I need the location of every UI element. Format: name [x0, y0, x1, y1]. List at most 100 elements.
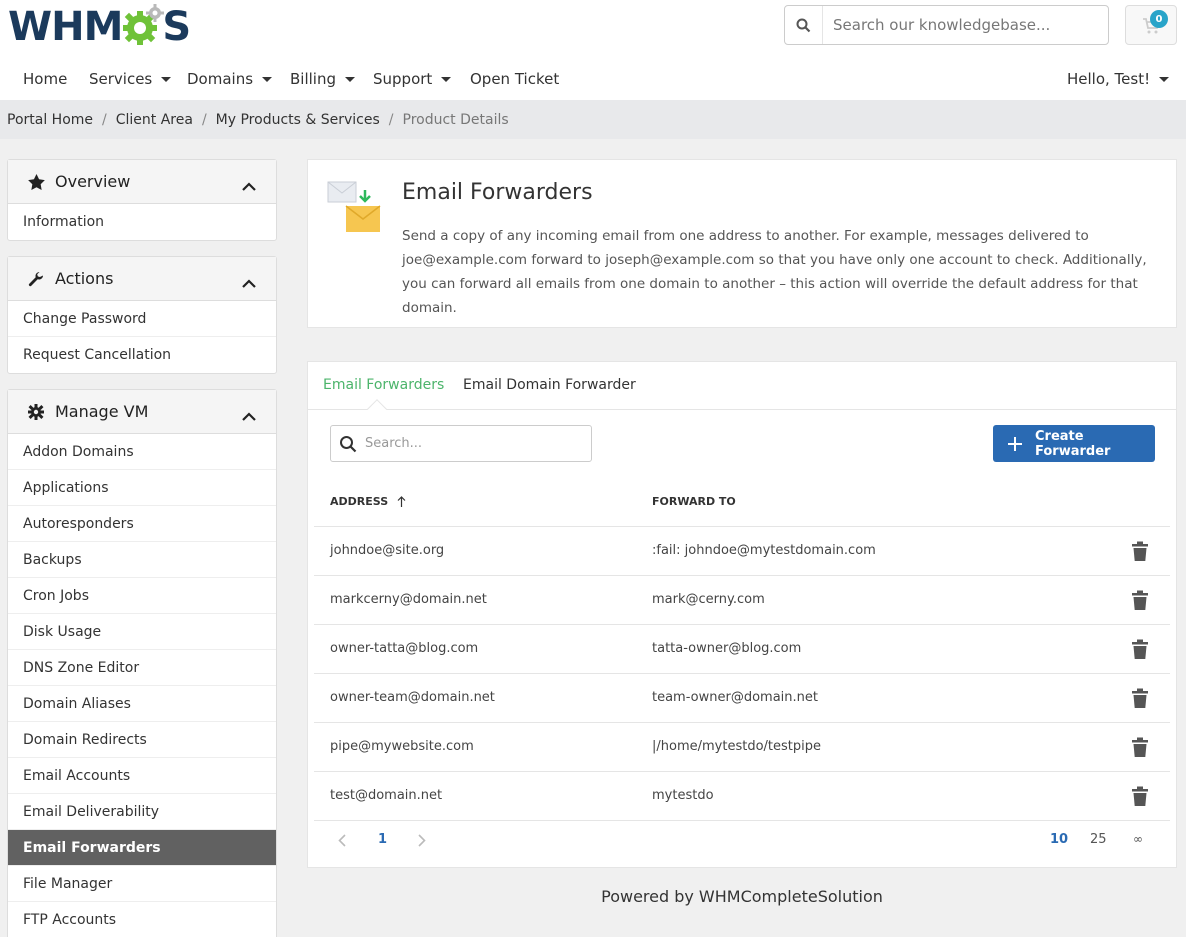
cart-count-badge: 0	[1150, 10, 1168, 28]
create-forwarder-label: Create Forwarder	[1035, 428, 1111, 459]
sidebar-item-applications[interactable]: Applications	[8, 470, 276, 506]
sidebar-item-file-manager[interactable]: File Manager	[8, 866, 276, 902]
plus-icon	[1007, 436, 1023, 452]
tab-bar: Email Forwarders Email Domain Forwarder	[308, 362, 1176, 419]
chevron-down-icon	[262, 76, 273, 82]
row-forward-to: |/home/mytestdo/testpipe	[652, 739, 821, 754]
row-forward-to: team-owner@domain.net	[652, 690, 818, 705]
trash-icon[interactable]	[1132, 688, 1148, 712]
sidebar-item-email-deliverability[interactable]: Email Deliverability	[8, 794, 276, 830]
panel-header-manage-vm[interactable]: Manage VM	[8, 390, 276, 434]
trash-icon[interactable]	[1132, 541, 1148, 565]
chevron-right-icon[interactable]	[418, 834, 426, 851]
nav-domains-label: Domains	[187, 70, 254, 88]
tab-email-domain-forwarder[interactable]: Email Domain Forwarder	[463, 377, 636, 393]
column-forward-to[interactable]: FORWARD TO	[652, 495, 736, 508]
chevron-up-icon[interactable]	[242, 406, 256, 425]
column-address[interactable]: ADDRESS	[330, 495, 406, 508]
page-size-10[interactable]: 10	[1050, 832, 1068, 847]
page-title: Email Forwarders	[402, 180, 593, 205]
row-forward-to: tatta-owner@blog.com	[652, 641, 802, 656]
breadcrumb-client-area[interactable]: Client Area	[116, 112, 193, 128]
row-forward-to: :fail: johndoe@mytestdomain.com	[652, 543, 876, 558]
panel-header-actions[interactable]: Actions	[8, 257, 276, 301]
intro-panel: Email Forwarders Send a copy of any inco…	[307, 159, 1177, 328]
main-navigation: Home Services Domains Billing Support Op…	[0, 60, 1186, 100]
trash-icon[interactable]	[1132, 590, 1148, 614]
trash-icon[interactable]	[1132, 786, 1148, 810]
table-search[interactable]	[330, 425, 592, 462]
panel-header-overview[interactable]: Overview	[8, 160, 276, 204]
table-header: ADDRESS FORWARD TO	[314, 482, 1170, 527]
chevron-down-icon	[161, 76, 172, 82]
nav-user-menu[interactable]: Hello, Test!	[1067, 70, 1170, 88]
knowledgebase-search-input[interactable]	[823, 16, 1093, 34]
row-address: owner-tatta@blog.com	[330, 641, 479, 656]
pagination: 1 10 25 ∞	[308, 828, 1176, 858]
row-forward-to: mytestdo	[652, 788, 714, 803]
cart-button[interactable]: 0	[1125, 5, 1177, 45]
breadcrumb-products-services[interactable]: My Products & Services	[216, 112, 380, 128]
whmcs-logo[interactable]: WHM S	[8, 4, 191, 50]
sidebar-panel-manage-vm: Manage VM Addon Domains Applications Aut…	[7, 389, 277, 937]
chevron-up-icon[interactable]	[242, 273, 256, 292]
table-row: owner-team@domain.net team-owner@domain.…	[314, 674, 1170, 723]
breadcrumb-portal-home[interactable]: Portal Home	[7, 112, 93, 128]
chevron-down-icon	[441, 76, 452, 82]
sidebar-item-ftp-accounts[interactable]: FTP Accounts	[8, 902, 276, 937]
page-number[interactable]: 1	[378, 832, 387, 847]
sidebar-item-information[interactable]: Information	[8, 204, 276, 240]
trash-icon[interactable]	[1132, 639, 1148, 663]
row-forward-to: mark@cerny.com	[652, 592, 765, 607]
row-address: johndoe@site.org	[330, 543, 445, 558]
panel-title: Manage VM	[55, 402, 149, 421]
sidebar-item-autoresponders[interactable]: Autoresponders	[8, 506, 276, 542]
chevron-up-icon[interactable]	[242, 176, 256, 195]
trash-icon[interactable]	[1132, 737, 1148, 761]
sidebar-item-addon-domains[interactable]: Addon Domains	[8, 434, 276, 470]
nav-home[interactable]: Home	[23, 70, 67, 88]
breadcrumb: Portal Home / Client Area / My Products …	[0, 100, 1186, 139]
tab-email-forwarders[interactable]: Email Forwarders	[323, 377, 444, 393]
nav-support-label: Support	[373, 70, 433, 88]
sidebar-item-disk-usage[interactable]: Disk Usage	[8, 614, 276, 650]
sidebar-item-backups[interactable]: Backups	[8, 542, 276, 578]
knowledgebase-search[interactable]	[784, 5, 1109, 45]
email-forward-icon	[326, 180, 382, 240]
star-icon	[28, 173, 46, 190]
panel-title: Overview	[55, 172, 131, 191]
nav-open-ticket[interactable]: Open Ticket	[470, 70, 559, 88]
nav-billing-label: Billing	[290, 70, 336, 88]
sidebar-item-cron-jobs[interactable]: Cron Jobs	[8, 578, 276, 614]
sidebar-item-email-forwarders[interactable]: Email Forwarders	[8, 830, 276, 866]
logo-text-left: WHM	[8, 4, 123, 50]
column-address-label: ADDRESS	[330, 495, 389, 508]
nav-domains[interactable]: Domains	[187, 70, 273, 88]
gear-logo-icon	[120, 4, 165, 50]
sidebar-item-change-password[interactable]: Change Password	[8, 301, 276, 337]
sidebar-item-email-accounts[interactable]: Email Accounts	[8, 758, 276, 794]
sidebar-item-domain-aliases[interactable]: Domain Aliases	[8, 686, 276, 722]
nav-billing[interactable]: Billing	[290, 70, 355, 88]
chevron-down-icon	[345, 76, 355, 82]
sidebar-item-request-cancellation[interactable]: Request Cancellation	[8, 337, 276, 373]
page-size-all[interactable]: ∞	[1133, 832, 1143, 846]
nav-services[interactable]: Services	[89, 70, 172, 88]
sidebar-item-dns-zone-editor[interactable]: DNS Zone Editor	[8, 650, 276, 686]
table-row: owner-tatta@blog.com tatta-owner@blog.co…	[314, 625, 1170, 674]
page-size-25[interactable]: 25	[1090, 832, 1107, 847]
create-forwarder-button[interactable]: Create Forwarder	[993, 425, 1155, 462]
top-header: WHM S Search our knowledgebase... 0 Home…	[0, 0, 1186, 100]
chevron-left-icon[interactable]	[338, 834, 346, 851]
gear-icon	[28, 403, 46, 420]
sidebar-item-domain-redirects[interactable]: Domain Redirects	[8, 722, 276, 758]
row-address: test@domain.net	[330, 788, 443, 803]
panel-title: Actions	[55, 269, 114, 288]
row-address: markcerny@domain.net	[330, 592, 487, 607]
sidebar-panel-overview: Overview Information	[7, 159, 277, 241]
breadcrumb-separator: /	[388, 111, 394, 128]
table-row: markcerny@domain.net mark@cerny.com	[314, 576, 1170, 625]
nav-support[interactable]: Support	[373, 70, 452, 88]
table-search-input[interactable]	[365, 436, 575, 451]
breadcrumb-separator: /	[102, 111, 107, 128]
